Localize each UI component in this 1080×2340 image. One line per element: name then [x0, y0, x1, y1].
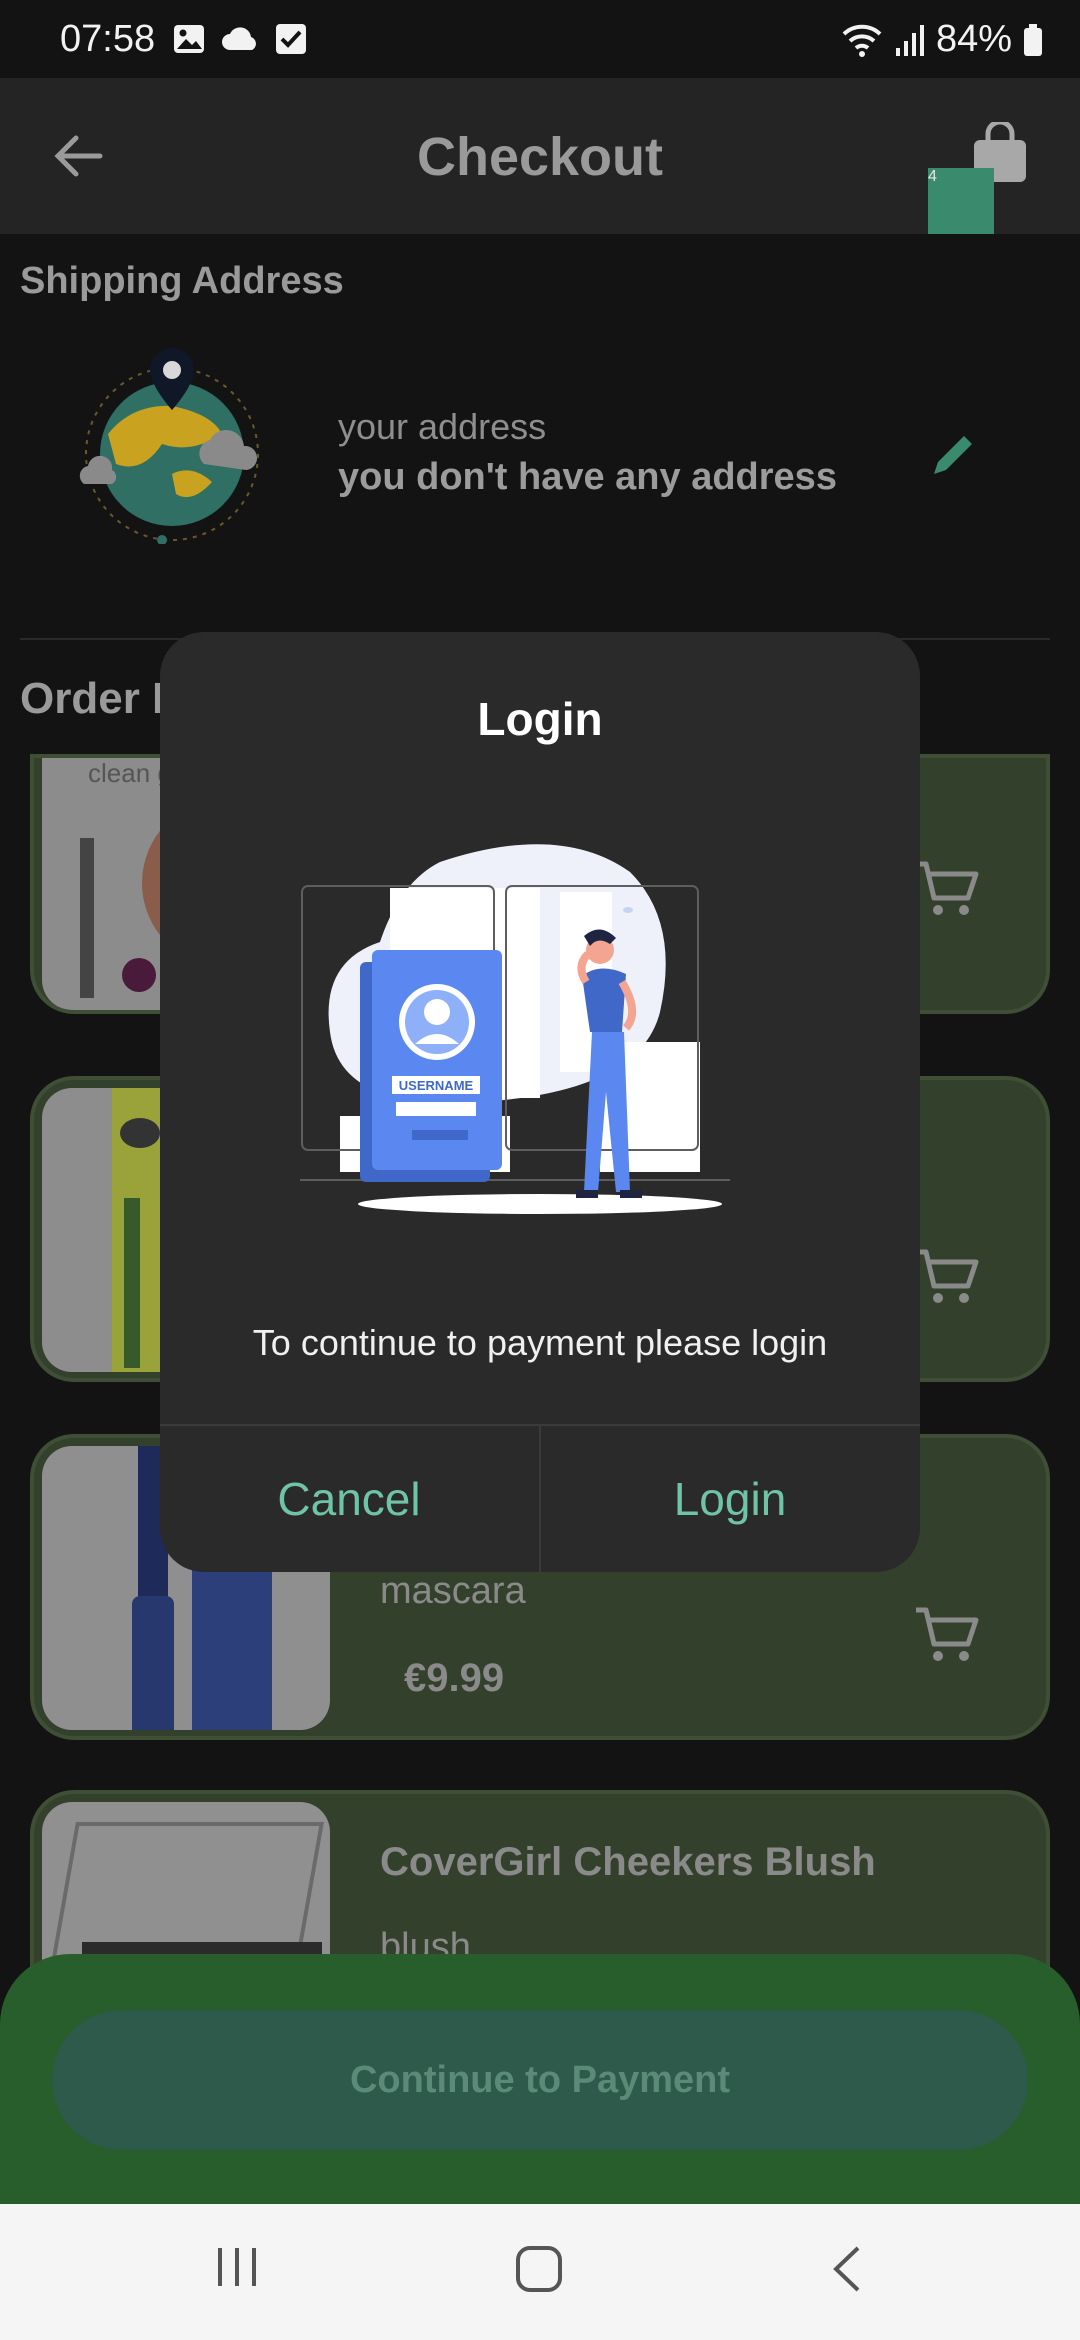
edit-pencil-icon[interactable] — [928, 430, 978, 480]
dialog-message: To continue to payment please login — [252, 1322, 828, 1363]
product-price: €9.99 — [404, 1656, 505, 1700]
home-icon[interactable] — [514, 2244, 564, 2294]
order-section-title: Order I — [20, 674, 165, 723]
add-to-cart-icon[interactable] — [914, 1604, 980, 1664]
system-nav-bar — [0, 2204, 1080, 2340]
globe-location-icon — [79, 348, 259, 544]
signal-icon — [895, 24, 924, 56]
wifi-icon — [842, 24, 882, 57]
shipping-section-title: Shipping Address — [20, 260, 344, 302]
status-bar: 07:58 84% — [0, 0, 1080, 78]
notification-icons — [172, 22, 308, 56]
cancel-button[interactable]: Cancel — [160, 1426, 538, 1572]
status-right: 84% — [840, 18, 1044, 61]
app-bar: Checkout — [0, 78, 1080, 234]
address-value: you don't have any address — [338, 456, 837, 498]
login-button[interactable]: Login — [541, 1426, 919, 1572]
status-time: 07:58 — [60, 18, 156, 60]
checkbox-icon — [276, 24, 306, 54]
system-back-icon[interactable] — [826, 2244, 866, 2294]
recent-apps-icon[interactable] — [214, 2244, 260, 2290]
login-dialog: Login USERNAME To continue to payment pl… — [160, 632, 920, 1572]
product-category: mascara — [380, 1570, 526, 1612]
cart-count-badge: 4 — [928, 168, 994, 234]
address-label: your address — [338, 406, 547, 447]
cloud-icon — [222, 27, 256, 50]
login-illustration: USERNAME — [300, 844, 730, 1214]
battery-percent: 84% — [935, 18, 1012, 60]
add-to-cart-icon[interactable] — [914, 858, 980, 918]
continue-to-payment-button[interactable]: Continue to Payment — [52, 2010, 1028, 2150]
product-name: CoverGirl Cheekers Blush — [380, 1840, 876, 1884]
add-to-cart-icon[interactable] — [914, 1246, 980, 1306]
gallery-icon — [174, 25, 204, 53]
page-title: Checkout — [416, 127, 664, 187]
illustration-username-text: USERNAME — [399, 1078, 474, 1093]
dialog-title: Login — [477, 693, 603, 745]
battery-icon — [1024, 23, 1042, 56]
